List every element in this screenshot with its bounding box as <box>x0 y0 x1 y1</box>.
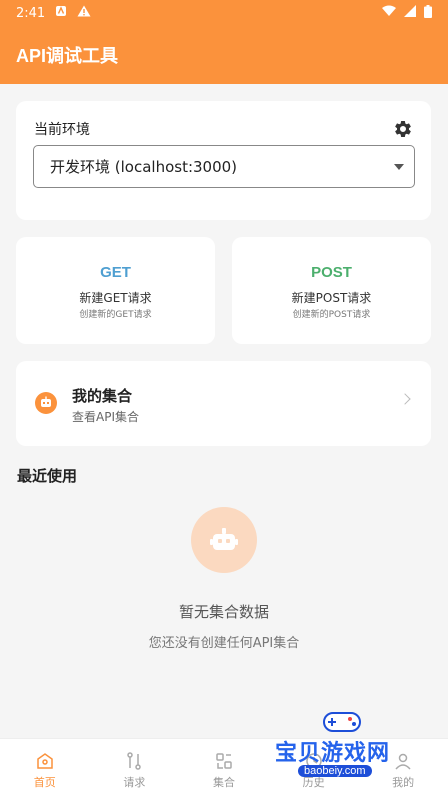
signal-icon <box>404 5 416 21</box>
battery-icon <box>424 4 432 22</box>
nav-profile[interactable]: 我的 <box>358 739 448 798</box>
app-title: API调试工具 <box>16 46 119 66</box>
post-request-title: 新建POST请求 <box>291 291 372 305</box>
post-method-label: POST <box>311 264 352 281</box>
history-icon <box>305 753 322 769</box>
request-icon <box>127 752 142 770</box>
nav-home-label: 首页 <box>33 776 56 789</box>
nav-profile-label: 我的 <box>392 776 415 789</box>
profile-icon <box>395 753 411 770</box>
robot-icon <box>35 392 57 414</box>
new-post-request-card[interactable]: POST 新建POST请求 创建新的POST请求 <box>232 237 431 344</box>
empty-robot-icon <box>191 507 257 573</box>
post-request-subtitle: 创建新的POST请求 <box>292 310 371 320</box>
recent-heading: 最近使用 <box>17 467 78 485</box>
bottom-navigation: 首页 请求 集合 历史 我的 <box>0 738 448 798</box>
wifi-icon <box>382 5 396 21</box>
empty-state-title: 暂无集合数据 <box>178 603 269 621</box>
home-icon <box>37 753 53 769</box>
collection-icon <box>216 753 232 769</box>
chevron-right-icon <box>399 393 411 405</box>
notification-icon <box>55 5 67 21</box>
nav-collections-label: 集合 <box>212 776 235 789</box>
environment-select[interactable]: 开发环境 (localhost:3000) <box>33 145 415 188</box>
get-request-subtitle: 创建新的GET请求 <box>79 310 152 320</box>
status-bar: 2:41 <box>0 0 448 26</box>
gear-icon[interactable] <box>393 119 413 139</box>
environment-selected-value: 开发环境 (localhost:3000) <box>50 158 238 176</box>
environment-label: 当前环境 <box>34 122 90 138</box>
caret-down-icon <box>394 164 404 170</box>
collections-subtitle: 查看API集合 <box>72 410 139 424</box>
status-time: 2:41 <box>16 5 46 21</box>
get-request-title: 新建GET请求 <box>79 291 152 305</box>
nav-collections[interactable]: 集合 <box>179 739 269 798</box>
empty-state-subtitle: 您还没有创建任何API集合 <box>148 636 300 651</box>
new-get-request-card[interactable]: GET 新建GET请求 创建新的GET请求 <box>16 237 215 344</box>
nav-history-label: 历史 <box>302 776 325 789</box>
nav-requests[interactable]: 请求 <box>90 739 180 798</box>
gamepad-icon <box>323 712 361 732</box>
collections-title: 我的集合 <box>72 387 133 405</box>
nav-requests-label: 请求 <box>123 776 146 789</box>
nav-history[interactable]: 历史 <box>269 739 359 798</box>
my-collections-card[interactable]: 我的集合 查看API集合 <box>16 361 431 446</box>
nav-home[interactable]: 首页 <box>0 739 90 798</box>
environment-card: 当前环境 开发环境 (localhost:3000) <box>16 101 431 220</box>
warning-icon <box>77 5 91 21</box>
get-method-label: GET <box>100 264 131 281</box>
app-bar: API调试工具 <box>0 26 448 84</box>
